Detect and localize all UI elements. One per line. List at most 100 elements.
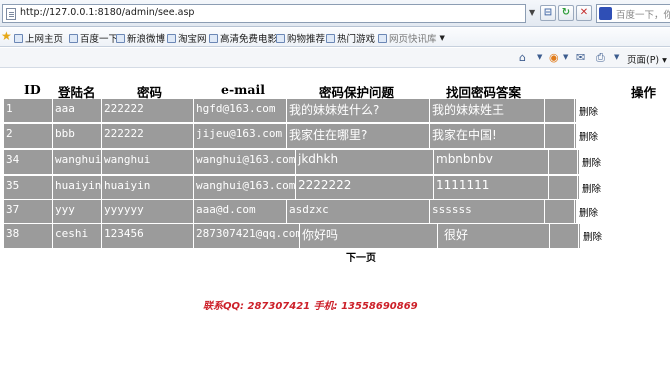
cell-email: wanghui@163.com [194, 150, 296, 174]
cell-id: 38 [4, 224, 53, 248]
search-box[interactable]: 百度一下，你就 [596, 4, 670, 23]
page-icon [116, 33, 125, 43]
cell-password: wanghui [102, 150, 194, 174]
search-placeholder[interactable]: 百度一下，你就 [616, 7, 670, 21]
cell-question: asdzxc [287, 200, 430, 223]
page-icon [378, 33, 387, 43]
favorite-link[interactable]: 上网主页 [14, 31, 63, 45]
table-row: 35 huaiyin huaiyin wanghui@163.com 22222… [4, 176, 666, 199]
favorite-link[interactable]: 百度一下 [69, 31, 118, 45]
baidu-logo-icon [599, 7, 612, 20]
delete-link[interactable]: 删除 [579, 104, 598, 118]
favorite-link[interactable]: 购物推荐 [276, 31, 325, 45]
cell-answer: 很好 [438, 224, 550, 248]
cell-question: 我的妹妹姓什么? [287, 99, 430, 122]
cell-question: 2222222 [296, 176, 434, 199]
command-bar: ⌂ ▼ ◉ ▼ ✉ ⎙ ▼ 页面(P) ▾ [0, 48, 670, 68]
chevron-down-icon[interactable]: ▼ [614, 51, 619, 64]
cell-action: 删除 [579, 224, 666, 248]
table-row: 37 yyy yyyyyy aaa@d.com asdzxc ssssss 删除 [4, 200, 666, 223]
delete-link[interactable]: 删除 [583, 229, 602, 243]
delete-link[interactable]: 删除 [582, 155, 601, 169]
chevron-down-icon[interactable]: ▼ [563, 51, 568, 64]
cell-answer: ssssss [430, 200, 545, 223]
cell-answer: mbnbnbv [434, 150, 549, 174]
cell-answer: 我的妹妹姓王 [430, 99, 545, 122]
cell-id: 34 [4, 150, 53, 174]
cell-id: 37 [4, 200, 53, 223]
cell-password: 222222 [102, 99, 194, 122]
cell-action: 删除 [578, 150, 666, 174]
page-menu[interactable]: 页面(P) ▾ [627, 52, 667, 66]
table-row: 38 ceshi 123456 287307421@qq.com 你好吗 很好 … [4, 224, 666, 248]
cell-id: 35 [4, 176, 53, 199]
url-text[interactable]: http://127.0.0.1:8180/admin/see.asp [20, 7, 194, 18]
cell-login: ceshi [53, 224, 102, 248]
table-row: 2 bbb 222222 jijeu@163.com 我家住在哪里? 我家在中国… [4, 124, 666, 148]
cell-answer: 我家在中国! [430, 124, 545, 148]
address-dropdown-icon[interactable]: ▼ [529, 8, 535, 17]
cell-login: bbb [53, 124, 102, 148]
cell-password: yyyyyy [102, 200, 194, 223]
cell-action: 删除 [575, 124, 666, 148]
contact-info: 联系QQ: 287307421 手机: 13558690869 [203, 301, 418, 312]
delete-link[interactable]: 删除 [579, 129, 598, 143]
favorite-link[interactable]: 热门游戏 [326, 31, 375, 45]
address-toolbar: http://127.0.0.1:8180/admin/see.asp ▼ ⊟ … [0, 0, 670, 27]
page-icon [167, 33, 176, 43]
favorite-link[interactable]: 高清免费电影 [209, 31, 277, 45]
page-icon [6, 8, 16, 20]
favorites-bar: ★ 上网主页 百度一下 新浪微博 淘宝网 高清免费电影 购物推荐 热门游戏 网页… [0, 28, 670, 47]
header-id: ID [24, 82, 41, 97]
cell-answer: 1111111 [434, 176, 549, 199]
cell-login: aaa [53, 99, 102, 122]
refresh-icon[interactable]: ↻ [558, 5, 574, 21]
cell-action: 删除 [575, 99, 666, 122]
favorite-link[interactable]: 网页快讯库 ▼ [378, 31, 445, 45]
favorite-link[interactable]: 新浪微博 [116, 31, 165, 45]
cell-spacer [549, 176, 578, 199]
page-icon [209, 33, 218, 43]
compatibility-view-icon[interactable]: ⊟ [540, 5, 556, 21]
cell-question: 我家住在哪里? [287, 124, 430, 148]
cell-action: 删除 [575, 200, 666, 223]
delete-link[interactable]: 删除 [579, 205, 598, 219]
address-field[interactable]: http://127.0.0.1:8180/admin/see.asp [2, 4, 526, 23]
table-row: 1 aaa 222222 hgfd@163.com 我的妹妹姓什么? 我的妹妹姓… [4, 99, 666, 122]
cell-spacer [545, 200, 575, 223]
cell-login: huaiyin [53, 176, 102, 199]
home-icon[interactable]: ⌂ [519, 51, 526, 64]
cell-question: 你好吗 [300, 224, 438, 248]
cell-login: yyy [53, 200, 102, 223]
cell-id: 2 [4, 124, 53, 148]
cell-spacer [545, 124, 575, 148]
cell-spacer [545, 99, 575, 122]
cell-email: aaa@d.com [194, 200, 287, 223]
cell-login: wanghui [53, 150, 102, 174]
stop-icon[interactable]: ✕ [576, 5, 592, 21]
delete-link[interactable]: 删除 [582, 181, 601, 195]
cell-email: 287307421@qq.com [194, 224, 300, 248]
page-icon [326, 33, 335, 43]
page-icon [14, 33, 23, 43]
table-row: 34 wanghui wanghui wanghui@163.com jkdhk… [4, 150, 666, 174]
print-icon[interactable]: ⎙ [596, 51, 605, 64]
cell-id: 1 [4, 99, 53, 122]
favorites-star-icon[interactable]: ★ [1, 29, 12, 43]
mail-icon[interactable]: ✉ [576, 51, 585, 64]
favorite-link[interactable]: 淘宝网 [167, 31, 207, 45]
page-icon [69, 33, 78, 43]
cell-email: wanghui@163.com [194, 176, 296, 199]
cell-password: 123456 [102, 224, 194, 248]
cell-email: jijeu@163.com [194, 124, 287, 148]
feed-icon[interactable]: ◉ [549, 51, 559, 64]
chevron-down-icon: ▼ [439, 34, 445, 42]
page-icon [276, 33, 285, 43]
cell-password: huaiyin [102, 176, 194, 199]
cell-spacer [550, 224, 579, 248]
cell-email: hgfd@163.com [194, 99, 287, 122]
next-page-link[interactable]: 下一页 [346, 249, 376, 264]
chevron-down-icon[interactable]: ▼ [537, 51, 542, 64]
header-email: e-mail [221, 82, 265, 97]
cell-spacer [549, 150, 578, 174]
